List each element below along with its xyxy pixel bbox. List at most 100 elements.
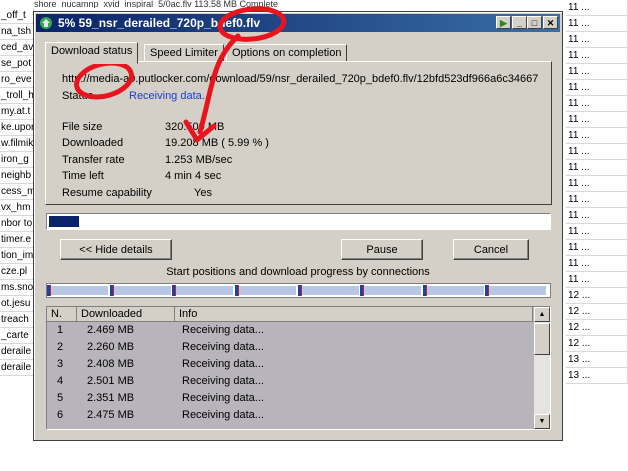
background-cell: 13 ...: [566, 368, 628, 384]
background-cell: deraile: [0, 360, 34, 376]
background-cell: 12 ...: [566, 320, 628, 336]
connection-start-marker: [175, 285, 176, 296]
file-size-value: 320.500 MB: [165, 121, 225, 133]
background-cell: na_tsh: [0, 24, 34, 40]
connection-start-marker: [363, 285, 364, 296]
download-status-panel: http://media-a9.putlocker.com/download/5…: [45, 61, 552, 205]
background-cell: 11 ...: [566, 32, 628, 48]
table-row[interactable]: 6 2.475 MB Receiving data...: [47, 407, 533, 424]
row-info: Receiving data...: [182, 341, 264, 353]
maximize-button[interactable]: □: [527, 16, 542, 29]
row-info: Receiving data...: [182, 409, 264, 421]
row-number: 1: [57, 324, 64, 336]
background-cell: ms.sno: [0, 280, 34, 296]
background-cell: cze.pl: [0, 264, 34, 280]
row-number: 2: [57, 341, 64, 353]
connection-segment: [47, 286, 108, 295]
background-cell: w.filmik: [0, 136, 34, 152]
background-cell: 12 ...: [566, 288, 628, 304]
table-row[interactable]: 2 2.260 MB Receiving data...: [47, 339, 533, 356]
table-scrollbar[interactable]: ▲ ▼: [534, 307, 550, 429]
background-cell: 11 ...: [566, 208, 628, 224]
background-cell: ot.jesu: [0, 296, 34, 312]
row-number: 6: [57, 409, 64, 421]
file-size-label: File size: [62, 121, 103, 133]
table-row[interactable]: 1 2.469 MB Receiving data...: [47, 322, 533, 339]
cancel-button[interactable]: Cancel: [453, 239, 529, 260]
scroll-up-icon[interactable]: ▲: [534, 307, 550, 322]
connection-segment: [172, 286, 233, 295]
background-cell: neighb: [0, 168, 34, 184]
hide-details-button[interactable]: << Hide details: [60, 239, 172, 260]
pin-button[interactable]: ▶: [496, 16, 511, 29]
table-row[interactable]: 5 2.351 MB Receiving data...: [47, 390, 533, 407]
row-number: 4: [57, 375, 64, 387]
background-left-column: _off_t na_tsh ced_av se_pot ro_eve _troll_h my…: [0, 0, 34, 376]
connection-segment: [423, 286, 484, 295]
table-row[interactable]: 3 2.408 MB Receiving data...: [47, 356, 533, 373]
progress-fill: [49, 216, 79, 227]
connection-start-marker: [50, 285, 51, 296]
background-cell: 13 ...: [566, 352, 628, 368]
scroll-down-icon[interactable]: ▼: [534, 414, 550, 429]
column-header-info[interactable]: Info: [175, 307, 533, 322]
background-cell: 11 ...: [566, 112, 628, 128]
transfer-rate-label: Transfer rate: [62, 154, 125, 166]
background-cell: 11 ...: [566, 96, 628, 112]
tab-download-status[interactable]: Download status: [45, 42, 139, 64]
connection-start-marker: [238, 285, 239, 296]
row-downloaded: 2.260 MB: [87, 341, 135, 353]
background-cell: ro_eve: [0, 72, 34, 88]
background-cell: 11 ...: [566, 192, 628, 208]
background-cell: 11 ...: [566, 16, 628, 32]
connection-segment: [485, 286, 546, 295]
background-cell: se_pot: [0, 56, 34, 72]
background-cell: 11 ...: [566, 240, 628, 256]
background-cell: 11 ...: [566, 48, 628, 64]
row-info: Receiving data...: [182, 375, 264, 387]
background-cell: timer.e: [0, 232, 34, 248]
status-value: Receiving data...: [129, 90, 211, 102]
download-url: http://media-a9.putlocker.com/download/5…: [62, 73, 539, 85]
connection-segment: [298, 286, 359, 295]
pause-button[interactable]: Pause: [341, 239, 423, 260]
time-left-value: 4 min 4 sec: [165, 170, 222, 182]
background-cell: nbor to: [0, 216, 34, 232]
background-cell: my.at.t: [0, 104, 34, 120]
title-bar[interactable]: 5% 59_nsr_derailed_720p_bdef0.flv ▶ _ □ …: [36, 14, 560, 32]
background-cell: _carte: [0, 328, 34, 344]
row-info: Receiving data...: [182, 392, 264, 404]
window-title: 5% 59_nsr_derailed_720p_bdef0.flv: [58, 16, 261, 30]
scroll-thumb[interactable]: [534, 323, 550, 355]
connections-table: N. Downloaded Info 1 2.469 MB Receiving …: [46, 306, 551, 430]
background-cell: treach: [0, 312, 34, 328]
connection-start-marker: [113, 285, 114, 296]
background-cell: 11 ...: [566, 0, 628, 16]
background-cell: 11 ...: [566, 64, 628, 80]
download-dialog: 5% 59_nsr_derailed_720p_bdef0.flv ▶ _ □ …: [33, 11, 563, 441]
column-header-downloaded[interactable]: Downloaded: [77, 307, 175, 322]
status-label: Status: [62, 90, 94, 102]
background-cell: 11 ...: [566, 272, 628, 288]
background-cell: 11 ...: [566, 144, 628, 160]
background-cell: cess_m: [0, 184, 34, 200]
background-cell: 11 ...: [566, 160, 628, 176]
app-icon: [40, 17, 52, 29]
table-row[interactable]: 4 2.501 MB Receiving data...: [47, 373, 533, 390]
connection-start-marker: [426, 285, 427, 296]
row-downloaded: 2.408 MB: [87, 358, 135, 370]
minimize-button[interactable]: _: [512, 16, 527, 29]
close-button[interactable]: ✕: [543, 16, 558, 29]
background-cell: 11 ...: [566, 256, 628, 272]
background-right-column: 11 ... 11 ... 11 ... 11 ... 11 ... 11 ... 11 .…: [566, 0, 628, 384]
background-cell: 11 ...: [566, 128, 628, 144]
connection-start-marker: [488, 285, 489, 296]
row-downloaded: 2.469 MB: [87, 324, 135, 336]
background-cell: 11 ...: [566, 80, 628, 96]
background-cell: _off_t: [0, 8, 34, 24]
background-cell: iron_g: [0, 152, 34, 168]
background-cell: 12 ...: [566, 336, 628, 352]
column-header-n[interactable]: N.: [47, 307, 77, 322]
background-top-row: shore_nucamnp_xvid_inspiral_5/0ac.flv 11…: [34, 0, 278, 8]
downloaded-value: 19.208 MB ( 5.99 % ): [165, 137, 269, 149]
